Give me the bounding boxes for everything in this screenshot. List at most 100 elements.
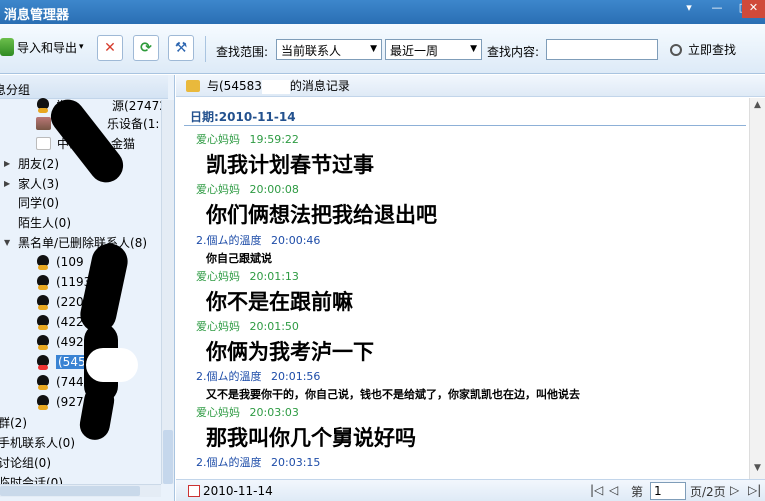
tree-group-classmates[interactable]: 同学(0) [18,192,59,212]
message-meta: 爱心妈妈 20:00:08 [196,181,299,197]
message-text: 你俩为我考泸一下 [206,340,374,364]
page-label: 第 [631,485,644,499]
message-record-panel: 与(54583 的消息记录 日期:2010-11-14 爱心妈妈 19:59:22… [176,75,765,501]
left-vertical-scrollbar[interactable] [161,100,174,484]
tree-group-blacklist[interactable]: ▼ 黑名单/已删除联系人(8) [4,232,147,252]
scope-select[interactable]: 当前联系人 ▼ [276,39,382,60]
shop-avatar-icon [36,116,51,130]
tree-root-label: 讨论组(0) [0,455,51,470]
expand-icon[interactable]: ▶ [4,159,12,168]
next-page-button[interactable]: ▷ [730,483,739,497]
scrollbar-thumb[interactable] [0,486,140,496]
footer-date: 2010-11-14 [203,484,273,498]
record-title-prefix: 与(54583 [207,79,262,93]
scroll-down-icon[interactable]: ▼ [752,463,763,473]
tools-icon: ⚒ [174,40,188,56]
tools-button[interactable]: ⚒ [168,35,194,61]
message-meta: 2.個ム的溫度 20:00:46 [196,232,320,248]
collapse-icon[interactable]: ▼ [4,238,12,247]
tree-root-label: 群(2) [0,415,27,430]
import-icon [0,38,14,56]
message-text: 又不是我要你干的，你自己说，钱也不是给斌了，你家凯凯也在边，叫他说去 [206,388,580,401]
message-sender: 爱心妈妈 [196,406,240,419]
redaction-mark [77,240,131,336]
minimize-button[interactable]: — [703,0,731,18]
scrollbar-thumb[interactable] [163,430,173,484]
qq-penguin-icon [36,274,50,290]
qq-penguin-icon [36,354,50,370]
search-icon [670,43,682,56]
left-horizontal-scrollbar[interactable] [0,484,161,497]
tree-group-family[interactable]: ▶ 家人(3) [4,173,59,193]
qq-penguin-icon [36,254,50,270]
delete-icon: ✕ [104,40,116,56]
scroll-up-icon[interactable]: ▲ [752,100,763,110]
message-text: 你自己跟斌说 [206,252,272,265]
message-sender: 爱心妈妈 [196,183,240,196]
tree-item[interactable]: (109 [36,252,84,272]
tree-group-label: 朋友(2) [18,156,59,171]
search-button[interactable]: 立即查找 [670,41,736,58]
redaction-mark [86,348,138,382]
message-time: 20:01:13 [249,270,299,283]
tree-root-mobile[interactable]: 手机联系人(0) [0,432,75,452]
record-title: 与(54583 的消息记录 [207,77,350,94]
qq-penguin-icon [36,374,50,390]
first-page-button[interactable]: |◁ [590,483,603,497]
title-bar: 消息管理器 ▾ — □ ✕ [0,0,765,24]
message-sender: 爱心妈妈 [196,320,240,333]
message-sender: 爱心妈妈 [196,270,240,283]
redaction-mark [261,79,290,94]
dropdown-arrow-icon: ▼ [370,44,377,54]
message-time: 20:01:56 [271,370,321,383]
toolbar: 导入和导出 ▾ ✕ ⟳ ⚒ 查找范围: 当前联系人 ▼ 最近一周 ▼ 查找内容:… [0,24,765,74]
expand-icon[interactable]: ▶ [4,179,12,188]
chat-record-icon [186,79,200,92]
record-header: 与(54583 的消息记录 [176,75,765,97]
message-meta: 2.個ム的溫度 20:03:15 [196,454,320,470]
message-text: 你不是在跟前嘛 [206,290,353,314]
message-time: 20:00:08 [249,183,299,196]
contact-tree-panel: 息分组 郑 源(27472066: 郑州 乐设备(1: 中山 金猫 ▶ 朋友(2… [0,75,175,501]
search-term-label: 查找内容: [487,45,540,59]
toolbar-divider [205,36,206,62]
dropdown-arrow-icon: ▼ [470,44,477,54]
tree-item-label: (109 [56,255,84,269]
message-meta: 爱心妈妈 19:59:22 [196,131,299,147]
message-vertical-scrollbar[interactable]: ▲ ▼ [749,98,765,483]
scope-value: 当前联系人 [281,44,342,58]
close-button[interactable]: ✕ [742,0,765,18]
message-text: 那我叫你几个舅说好吗 [206,426,416,450]
import-export-button[interactable]: 导入和导出 ▾ [0,38,84,56]
refresh-button[interactable]: ⟳ [133,35,159,61]
delete-button[interactable]: ✕ [97,35,123,61]
search-button-label: 立即查找 [688,43,737,57]
message-meta: 爱心妈妈 20:01:13 [196,268,299,284]
message-list[interactable]: 日期:2010-11-14 爱心妈妈 19:59:22 凯我计划春节过事 爱心妈… [176,98,749,483]
tree-group-label: 同学(0) [18,195,59,210]
calendar-icon[interactable] [188,485,200,497]
search-input[interactable] [546,39,658,60]
qq-penguin-icon [36,314,50,330]
range-value: 最近一周 [390,44,439,58]
record-title-suffix: 的消息记录 [289,79,350,93]
date-header: 日期:2010-11-14 [184,106,746,126]
tree-root-groups[interactable]: 群(2) [0,412,27,432]
range-select[interactable]: 最近一周 ▼ [385,39,482,60]
message-meta: 爱心妈妈 20:01:50 [196,318,299,334]
record-footer: 2010-11-14 |◁ ◁ 第 1 页/2页 ▷ ▷| [176,479,765,501]
tree-item[interactable]: (1193 [36,272,91,292]
tree-group-friends[interactable]: ▶ 朋友(2) [4,153,59,173]
qq-penguin-icon [36,394,50,410]
menu-button[interactable]: ▾ [675,0,703,18]
tree-root-discussions[interactable]: 讨论组(0) [0,452,51,472]
last-page-button[interactable]: ▷| [748,483,761,497]
message-time: 20:03:15 [271,456,321,469]
message-sender: 2.個ム的溫度 [196,234,262,247]
tree-group-strangers[interactable]: 陌生人(0) [18,212,71,232]
prev-page-button[interactable]: ◁ [609,483,618,497]
message-text: 你们俩想法把我给退出吧 [206,203,437,227]
message-time: 19:59:22 [249,133,299,146]
tree-item[interactable]: (7441 [36,372,91,392]
page-number-input[interactable]: 1 [650,482,686,500]
